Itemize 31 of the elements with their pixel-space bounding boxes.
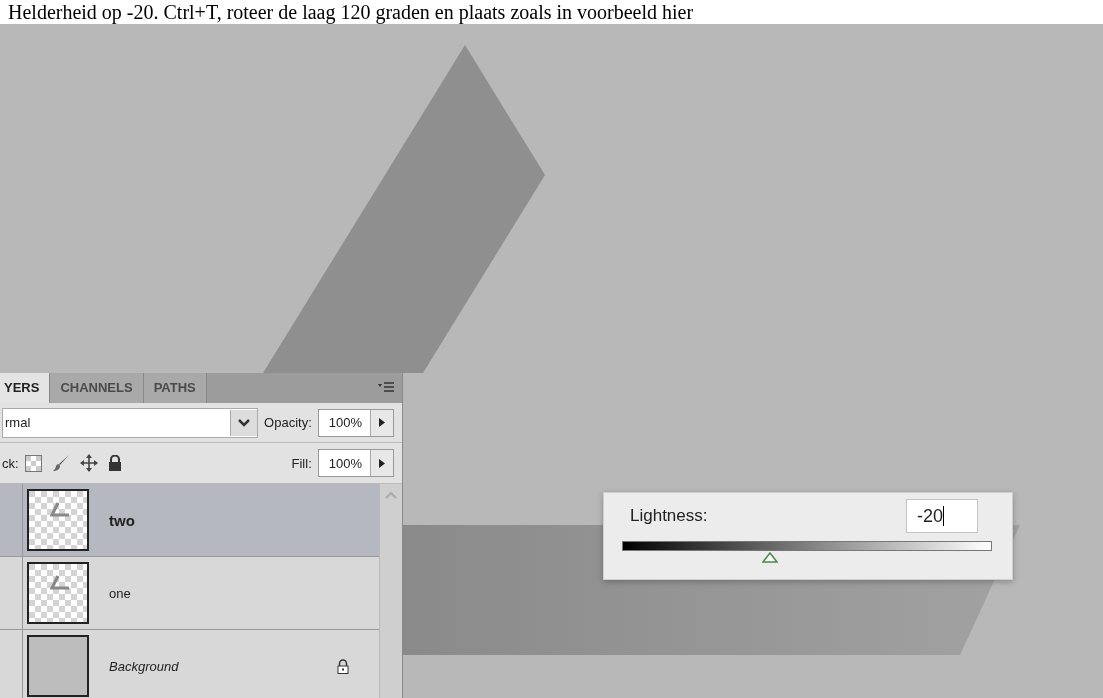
panel-tab[interactable]: CHANNELS <box>50 373 144 403</box>
opacity-label: Opacity: <box>264 415 312 431</box>
panel-tab[interactable]: PATHS <box>143 373 207 403</box>
checker-square-icon[interactable] <box>24 454 42 472</box>
layer-name: Background <box>109 658 179 674</box>
layer-name: one <box>109 585 131 601</box>
lightness-label: Lightness: <box>629 506 708 526</box>
move-icon[interactable] <box>79 454 98 473</box>
layer-row[interactable]: one <box>0 557 379 630</box>
lock-label: ck: <box>2 455 19 471</box>
opacity-field[interactable]: 100% <box>317 408 394 437</box>
chevron-down-icon <box>238 418 251 427</box>
caption-text: Helderheid op -20. Ctrl+T, roteer de laag 120 graden en plaats zoals in voorbeeld hier <box>7 0 695 24</box>
layer-name: two <box>109 511 135 529</box>
brush-icon[interactable] <box>51 454 70 473</box>
lightness-field[interactable]: -20 <box>906 499 978 533</box>
panel-menu-icon[interactable] <box>378 381 394 394</box>
fill-field[interactable]: 100% <box>317 449 394 478</box>
lock-icon[interactable] <box>107 455 122 472</box>
lock-icon <box>337 658 349 674</box>
panel-tab[interactable]: YERS <box>0 373 51 403</box>
layer-row[interactable]: two <box>0 484 379 557</box>
blend-mode-dropdown[interactable]: rmal <box>2 407 259 438</box>
layer-thumbnail <box>27 562 89 624</box>
layer-thumbnail <box>27 635 89 697</box>
triangle-right-icon <box>379 458 385 468</box>
triangle-right-icon <box>379 418 385 428</box>
scrollbar[interactable] <box>379 484 402 698</box>
slider-thumb[interactable] <box>762 552 778 563</box>
fill-label: Fill: <box>291 455 312 471</box>
layer-thumbnail <box>27 489 89 551</box>
